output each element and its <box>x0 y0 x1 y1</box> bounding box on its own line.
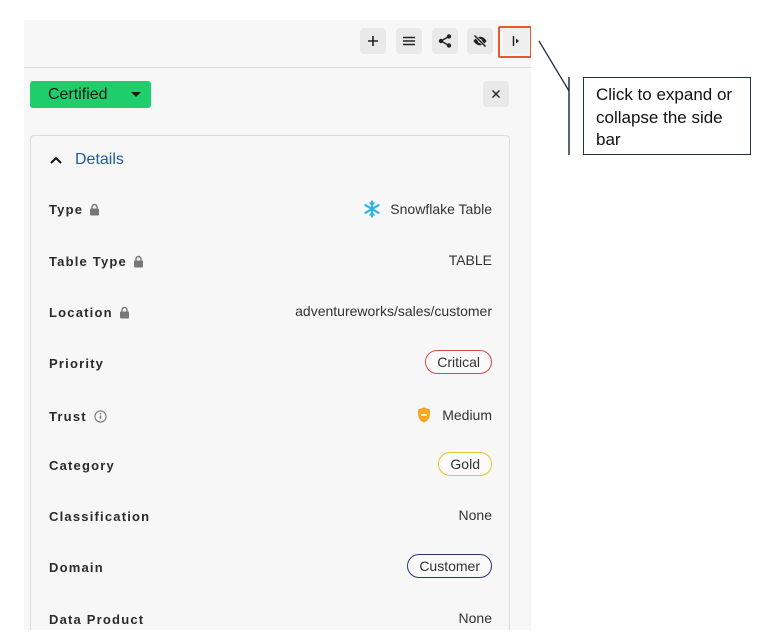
close-icon <box>492 90 500 98</box>
visibility-toggle-button[interactable] <box>467 28 493 54</box>
menu-button[interactable] <box>396 28 422 54</box>
detail-row-location: Location adventureworks/sales/customer <box>49 299 492 327</box>
detail-value: TABLE <box>448 252 492 268</box>
detail-value: Medium <box>442 407 492 423</box>
detail-value: adventureworks/sales/customer <box>295 303 492 319</box>
certification-status-dropdown[interactable]: Certified <box>30 81 151 108</box>
lock-icon <box>133 255 143 268</box>
detail-key: Category <box>49 458 115 473</box>
detail-key: Table Type <box>49 254 127 269</box>
category-badge[interactable]: Gold <box>438 452 492 476</box>
detail-key: Data Product <box>49 612 145 627</box>
snowflake-icon <box>364 200 380 218</box>
details-side-panel: Certified Details Type Snowflake Table T… <box>24 20 531 630</box>
chevron-up-icon <box>50 156 62 164</box>
detail-row-type: Type Snowflake Table <box>49 196 492 224</box>
hamburger-icon <box>403 36 415 46</box>
domain-badge[interactable]: Customer <box>407 554 492 578</box>
detail-key: Location <box>49 305 113 320</box>
detail-row-trust: Trust Medium <box>49 403 492 431</box>
annotation-callout: Click to expand or collapse the side bar <box>583 77 751 155</box>
detail-row-domain: Domain Customer <box>49 554 492 582</box>
detail-value: None <box>458 610 492 626</box>
detail-row-data-product: Data Product None <box>49 606 492 630</box>
share-button[interactable] <box>432 28 458 54</box>
detail-row-category: Category Gold <box>49 452 492 480</box>
details-section-toggle[interactable]: Details <box>49 150 124 170</box>
detail-value: None <box>458 507 492 523</box>
detail-row-classification: Classification None <box>49 503 492 531</box>
priority-badge[interactable]: Critical <box>425 350 492 374</box>
shield-medium-icon <box>418 407 431 423</box>
detail-row-priority: Priority Critical <box>49 350 492 378</box>
details-card: Details Type Snowflake Table Table Type … <box>30 135 510 630</box>
panel-toolbar <box>24 20 531 68</box>
detail-key: Trust <box>49 409 87 424</box>
eye-off-icon <box>473 34 487 48</box>
detail-row-table-type: Table Type TABLE <box>49 248 492 276</box>
lock-icon <box>119 306 129 319</box>
add-button[interactable] <box>360 28 386 54</box>
certification-status-label: Certified <box>48 85 108 103</box>
close-panel-button[interactable] <box>483 81 509 107</box>
details-section-title: Details <box>75 151 124 168</box>
share-icon <box>438 34 452 48</box>
detail-key: Domain <box>49 560 104 575</box>
detail-value: Snowflake Table <box>390 201 492 217</box>
detail-key: Classification <box>49 509 151 524</box>
plus-icon <box>368 36 378 46</box>
chevron-down-icon <box>131 92 141 97</box>
info-icon[interactable] <box>94 410 107 423</box>
collapse-button-highlight <box>498 26 531 58</box>
callout-text: Click to expand or collapse the side bar <box>596 85 733 149</box>
detail-key: Priority <box>49 356 105 371</box>
lock-icon <box>90 203 100 216</box>
detail-key: Type <box>49 202 84 217</box>
